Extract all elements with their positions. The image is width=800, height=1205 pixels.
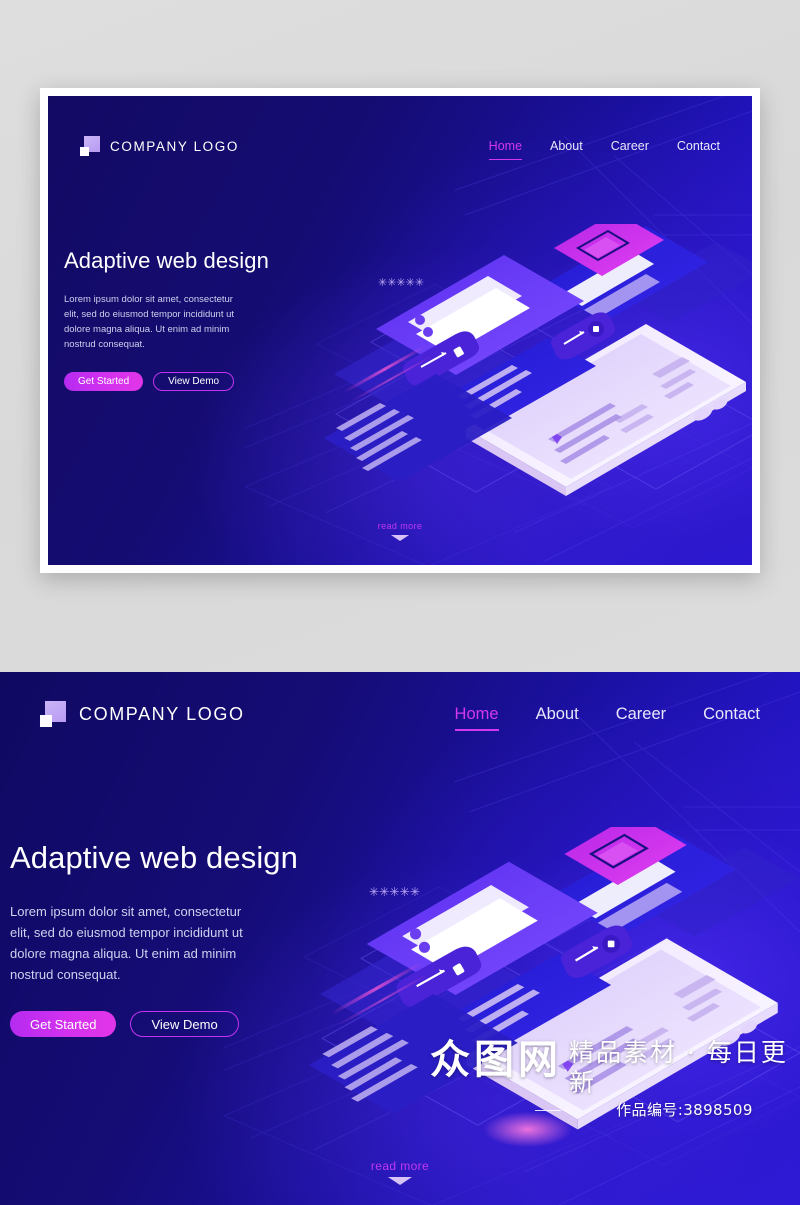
get-started-button[interactable]: Get Started — [64, 372, 144, 391]
full-bleed-hero-panel: COMPANY LOGO Home About Career Contact ✳… — [0, 672, 800, 1205]
nav-link-home[interactable]: Home — [454, 705, 499, 731]
decorative-grid-lines — [304, 672, 800, 1205]
hero-paragraph-line: nostrud consequat. — [10, 967, 121, 982]
nav-link-about[interactable]: About — [536, 705, 579, 724]
nav-link-home[interactable]: Home — [488, 139, 523, 160]
read-more-block[interactable]: read more — [48, 521, 752, 541]
nav-links: Home About Career Contact — [454, 705, 760, 731]
watermark-logo-char: 众 — [430, 1037, 471, 1083]
watermark-logo: 众 图 网 — [430, 1038, 559, 1082]
hero-paragraph-line: dolore magna aliqua. Ut enim ad minim — [64, 324, 230, 335]
hero-paragraph-line: Lorem ipsum dolor sit amet, consectetur — [10, 904, 242, 919]
watermark: 众 图 网 精品素材 · 每日更新 作品编号:3898509 — [430, 1038, 800, 1120]
chevron-down-icon[interactable] — [391, 535, 409, 541]
nav-link-contact[interactable]: Contact — [677, 139, 720, 153]
hero-paragraph-line: elit, sed do eiusmod tempor incididunt u… — [64, 309, 235, 320]
read-more-label[interactable]: read more — [0, 1159, 800, 1173]
brand-name: COMPANY LOGO — [110, 138, 239, 154]
navbar: COMPANY LOGO Home About Career Contact — [48, 120, 752, 172]
brand-name: COMPANY LOGO — [79, 703, 245, 724]
nav-links: Home About Career Contact — [488, 139, 720, 160]
chevron-down-icon[interactable] — [388, 1177, 412, 1185]
brand[interactable]: COMPANY LOGO — [40, 701, 245, 727]
page-title: Adaptive web design — [64, 248, 269, 273]
watermark-text: 精品素材 · 每日更新 作品编号:3898509 — [535, 1038, 800, 1120]
svg-text:✳✳✳✳✳: ✳✳✳✳✳ — [378, 276, 424, 289]
get-started-button[interactable]: Get Started — [10, 1011, 117, 1037]
hero-button-row: Get Started View Demo — [10, 1011, 340, 1037]
hero-paragraph-line: dolore magna aliqua. Ut enim ad minim — [10, 946, 237, 961]
read-more-label[interactable]: read more — [48, 521, 752, 531]
hero-button-row: Get Started View Demo — [64, 372, 364, 391]
hero-paragraph-line: nostrud consequat. — [64, 339, 145, 350]
square-logo-mark-icon — [80, 136, 100, 156]
nav-link-contact[interactable]: Contact — [703, 705, 760, 724]
hero-paragraph-line: elit, sed do eiusmod tempor incididunt u… — [10, 925, 243, 940]
square-logo-mark-icon — [40, 701, 66, 727]
watermark-logo-char: 网 — [518, 1037, 559, 1083]
view-demo-button[interactable]: View Demo — [130, 1011, 239, 1037]
hero-paragraph: Lorem ipsum dolor sit amet, consectetur … — [64, 292, 364, 352]
hero-paragraph-line: Lorem ipsum dolor sit amet, consectetur — [64, 294, 233, 305]
nav-link-career[interactable]: Career — [611, 139, 649, 153]
preview-backdrop: COMPANY LOGO Home About Career Contact ✳… — [0, 0, 800, 672]
brand[interactable]: COMPANY LOGO — [80, 136, 239, 156]
isometric-phone-ui-illustration: ✳✳✳✳✳ — [324, 224, 752, 496]
view-demo-button[interactable]: View Demo — [153, 372, 235, 391]
nav-link-career[interactable]: Career — [616, 705, 666, 724]
hero-section-preview: COMPANY LOGO Home About Career Contact ✳… — [48, 96, 752, 565]
isometric-phone-ui-illustration: ✳✳✳✳✳ — [308, 827, 800, 1148]
watermark-logo-char: 图 — [474, 1037, 515, 1083]
watermark-code: 作品编号:3898509 — [535, 1100, 800, 1120]
hero-copy: Adaptive web design Lorem ipsum dolor si… — [64, 246, 364, 391]
hero-copy: Adaptive web design Lorem ipsum dolor si… — [10, 837, 340, 1037]
hero-paragraph: Lorem ipsum dolor sit amet, consectetur … — [10, 901, 340, 985]
watermark-tagline: 精品素材 · 每日更新 — [569, 1038, 788, 1097]
navbar: COMPANY LOGO Home About Career Contact — [0, 684, 800, 744]
preview-card-frame: COMPANY LOGO Home About Career Contact ✳… — [40, 88, 760, 573]
page-title: Adaptive web design — [10, 840, 298, 875]
svg-text:✳✳✳✳✳: ✳✳✳✳✳ — [369, 885, 420, 899]
hero-section-full: COMPANY LOGO Home About Career Contact ✳… — [0, 672, 800, 1205]
read-more-block[interactable]: read more — [0, 1159, 800, 1185]
nav-link-about[interactable]: About — [550, 139, 583, 153]
